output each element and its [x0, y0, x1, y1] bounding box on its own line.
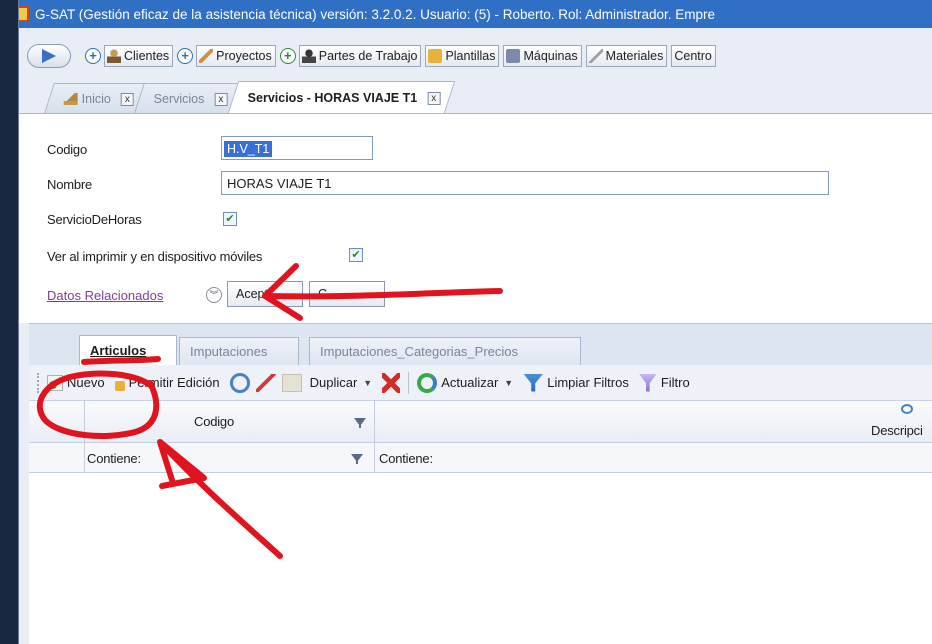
proyectos-button[interactable]: Proyectos	[196, 45, 276, 67]
toolbar-separator	[408, 371, 410, 394]
detail-panel: Articulos Imputaciones Imputaciones_Cate…	[29, 323, 932, 644]
ver-imprimir-checkbox[interactable]: ✔	[349, 248, 363, 262]
tab-servicios[interactable]: Servicios x	[134, 83, 242, 113]
cancelar-button[interactable]: C	[309, 281, 385, 307]
app-logo-icon	[19, 6, 29, 22]
tab-inicio[interactable]: Inicio x	[44, 83, 149, 113]
lock-icon	[114, 380, 125, 391]
centro-button[interactable]: Centro	[671, 45, 716, 67]
nombre-label: Nombre	[47, 177, 93, 192]
detail-tabs: Articulos Imputaciones Imputaciones_Cate…	[29, 323, 932, 365]
app-menu-icon	[42, 49, 56, 63]
machine-icon	[506, 49, 521, 63]
filtros-button[interactable]: Filtro	[638, 373, 690, 392]
copy-icon	[281, 373, 302, 392]
title-bar: G-SAT (Gestión eficaz de la asistencia t…	[19, 0, 932, 28]
desktop-edge	[0, 0, 18, 644]
duplicar-button[interactable]: Duplicar ▼	[281, 373, 372, 392]
codigo-selection: H.V_T1	[224, 141, 273, 157]
close-icon[interactable]: x	[214, 92, 228, 105]
app-menu-button[interactable]	[27, 44, 71, 68]
materiales-button[interactable]: Materiales	[585, 45, 668, 67]
tab-servicio-detalle[interactable]: Servicios - HORAS VIAJE T1 x	[227, 81, 455, 113]
add-work-order-icon[interactable]: +	[279, 48, 296, 64]
tab-imputaciones-categorias[interactable]: Imputaciones_Categorias_Precios	[309, 337, 581, 365]
new-document-icon	[47, 374, 63, 391]
col-descripcion-header[interactable]: Descripci	[871, 423, 923, 438]
grid-filter-row: Contiene: Contiene:	[29, 443, 932, 473]
add-project-icon[interactable]: +	[177, 48, 194, 64]
dropdown-arrow-icon[interactable]: ▼	[363, 378, 372, 388]
maquinas-button[interactable]: Máquinas	[503, 45, 582, 67]
column-separator	[374, 443, 375, 473]
grid-toolbar: Nuevo Permitir Edición Duplicar ▼ Actual…	[29, 365, 932, 401]
datos-relacionados-link[interactable]: Datos Relacionados	[47, 288, 163, 303]
nombre-input[interactable]	[221, 171, 829, 195]
plantillas-button[interactable]: Plantillas	[425, 45, 500, 67]
filter-icon	[638, 373, 657, 392]
filter-descripcion[interactable]: Contiene:	[379, 451, 433, 466]
clientes-button[interactable]: Clientes	[104, 45, 174, 67]
servicio-horas-label: ServicioDeHoras	[47, 212, 142, 227]
close-icon[interactable]: x	[427, 91, 441, 104]
column-filter-icon[interactable]	[354, 418, 366, 428]
add-client-icon[interactable]: +	[85, 48, 101, 64]
column-separator	[374, 401, 375, 443]
refresh-icon	[417, 372, 438, 393]
permitir-edicion-button[interactable]: Permitir Edición	[114, 375, 220, 391]
client-icon	[107, 49, 121, 63]
limpiar-filtros-button[interactable]: Limpiar Filtros	[523, 373, 629, 392]
ver-imprimir-label: Ver al imprimir y en dispositivo móviles	[47, 249, 263, 264]
expand-chevron-icon[interactable]: ︾	[206, 287, 222, 303]
search-icon[interactable]	[229, 372, 250, 393]
ruler-icon	[199, 49, 214, 63]
actualizar-button[interactable]: Actualizar ▼	[417, 372, 513, 393]
column-separator	[84, 401, 85, 443]
col-codigo-header[interactable]: Codigo	[194, 414, 234, 429]
column-separator	[84, 443, 85, 473]
filter-operator-icon[interactable]	[351, 454, 363, 464]
filter-codigo[interactable]: Contiene:	[87, 451, 141, 466]
sort-person-icon	[901, 404, 913, 414]
close-icon[interactable]: x	[121, 92, 135, 105]
tab-imputaciones[interactable]: Imputaciones	[179, 337, 299, 365]
dropdown-arrow-icon[interactable]: ▼	[504, 378, 513, 388]
toolbar-grip	[37, 372, 41, 393]
material-icon	[588, 49, 603, 63]
app-window: G-SAT (Gestión eficaz de la asistencia t…	[18, 0, 932, 644]
clear-filter-icon	[523, 373, 544, 392]
window-title: G-SAT (Gestión eficaz de la asistencia t…	[35, 6, 716, 22]
grid-header: Codigo Descripci	[29, 401, 932, 443]
codigo-label: Codigo	[47, 142, 87, 157]
document-tabs: Inicio x Servicios x Servicios - HORAS V…	[44, 81, 455, 113]
partes-de-trabajo-button[interactable]: Partes de Trabajo	[298, 45, 422, 67]
tab-articulos[interactable]: Articulos	[79, 335, 177, 365]
home-icon	[63, 92, 78, 105]
worker-icon	[301, 49, 316, 63]
delete-icon[interactable]	[382, 372, 401, 393]
nuevo-button[interactable]: Nuevo	[47, 374, 105, 391]
main-toolbar: + Clientes + Proyectos + Partes de Traba…	[19, 39, 932, 73]
check-edit-icon[interactable]	[255, 373, 276, 392]
grid-body[interactable]	[29, 473, 932, 644]
service-form: Codigo H.V_T1 Nombre ServicioDeHoras ✔ V…	[19, 113, 932, 323]
aceptar-button[interactable]: Acept	[227, 281, 303, 307]
template-icon	[428, 49, 443, 63]
servicio-horas-checkbox[interactable]: ✔	[223, 212, 237, 226]
